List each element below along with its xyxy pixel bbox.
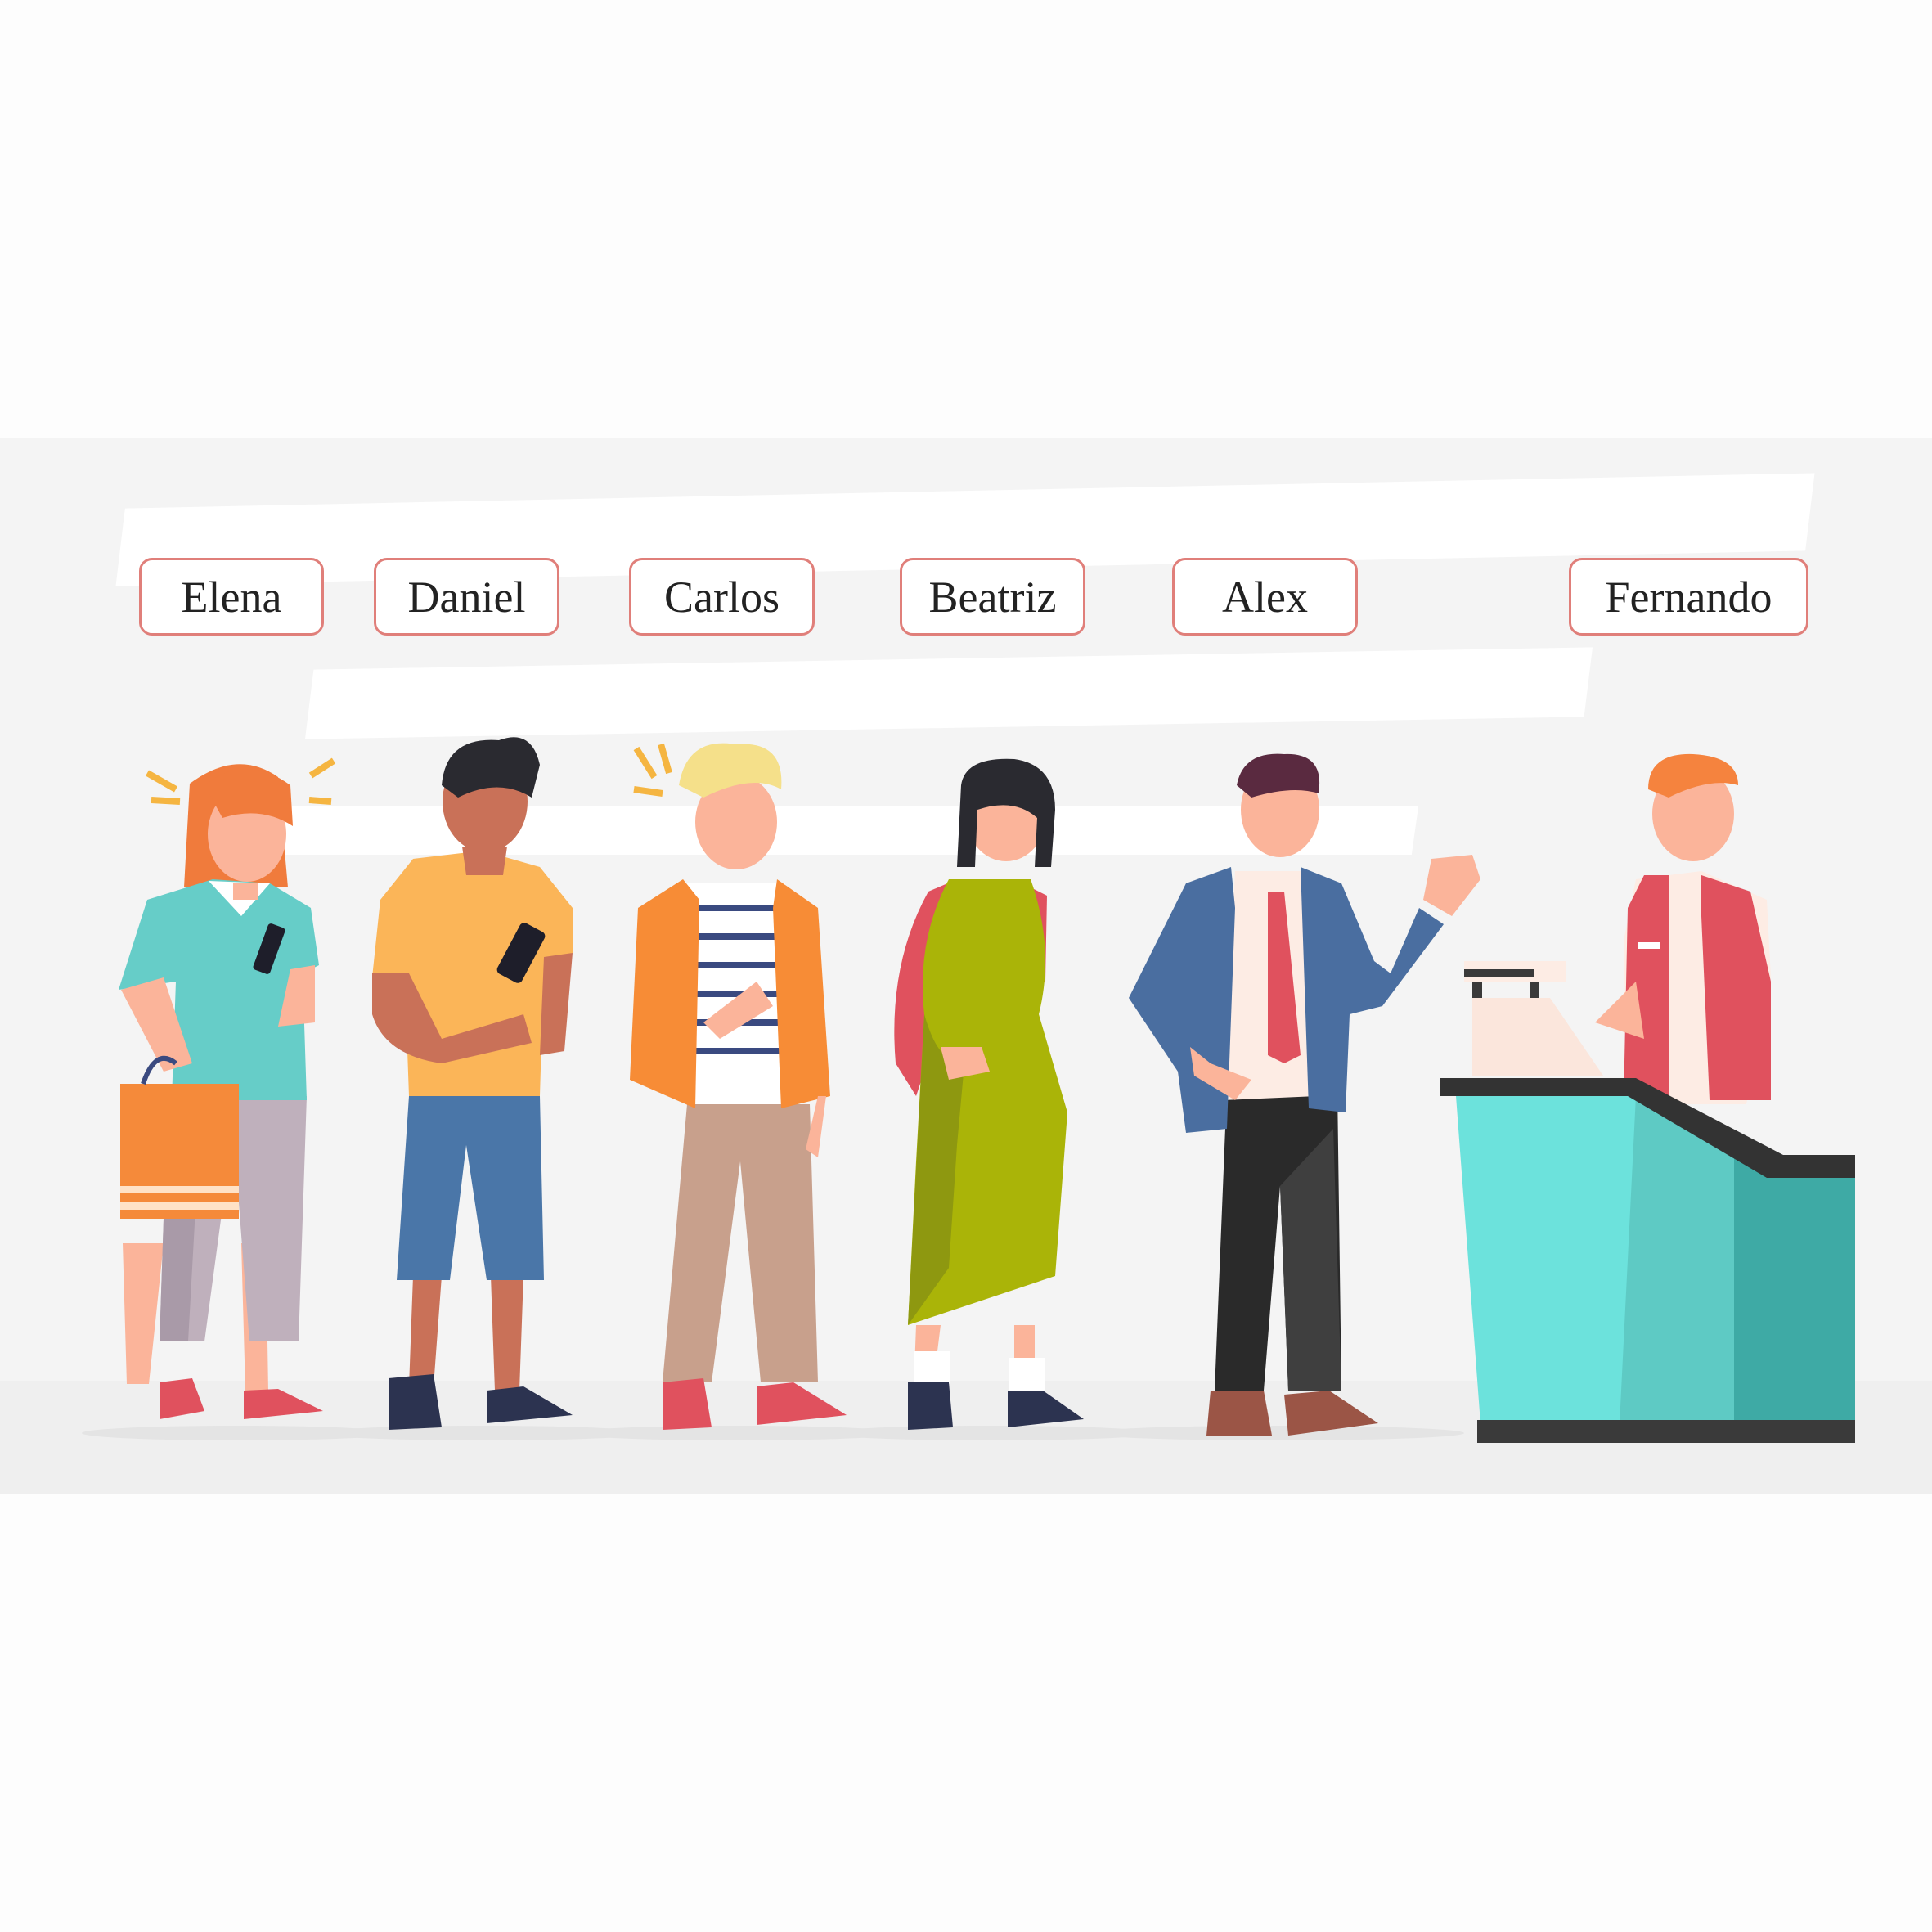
person-daniel: [372, 737, 573, 1430]
queue-illustration: [82, 737, 1855, 1443]
person-elena: [119, 757, 336, 1419]
person-alex: [1129, 753, 1480, 1436]
person-fernando: [1595, 753, 1771, 1104]
person-carlos: [630, 743, 847, 1430]
person-beatriz: [894, 758, 1084, 1430]
